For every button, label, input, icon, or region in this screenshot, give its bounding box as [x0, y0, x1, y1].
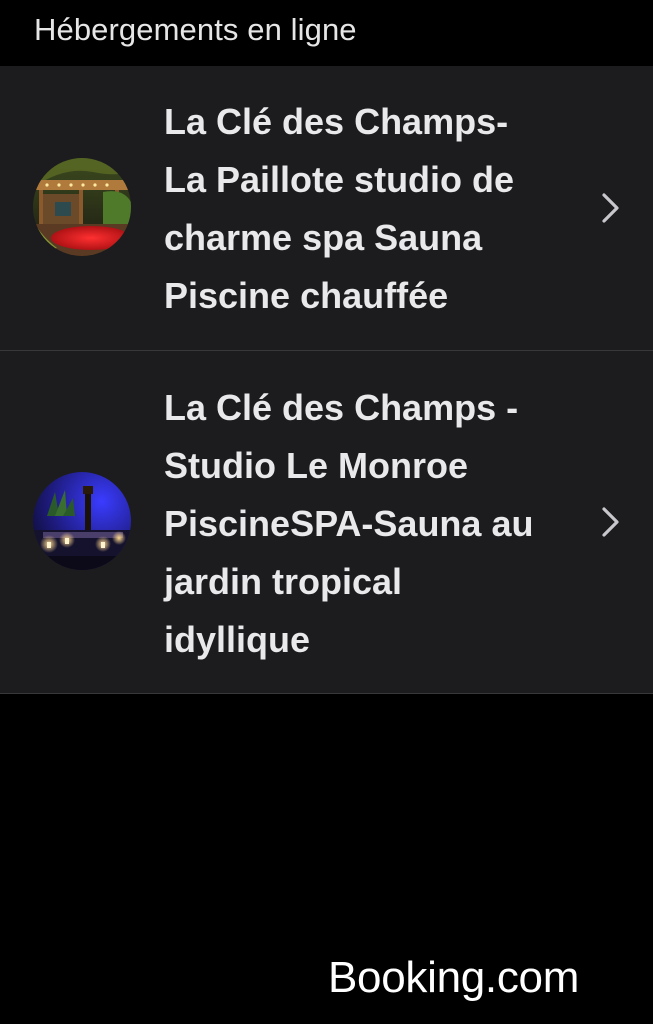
chevron-right-icon [602, 193, 619, 223]
listing-photo-icon [33, 158, 131, 256]
booking-brand-logo: Booking.com [328, 953, 580, 1002]
section-header: Hébergements en ligne [0, 0, 653, 66]
listing-title: La Clé des Champs - Studio Le Monroe Pis… [164, 387, 534, 660]
listing-row[interactable]: La Clé des Champs- La Paillote studio de… [0, 66, 653, 351]
listing-thumbnail [33, 472, 131, 570]
chevron-right-icon [602, 507, 619, 537]
row-separator [0, 693, 653, 694]
listing-thumbnail [33, 158, 131, 256]
listings-list: La Clé des Champs- La Paillote studio de… [0, 66, 653, 694]
section-title: Hébergements en ligne [34, 12, 357, 47]
listing-title: La Clé des Champs- La Paillote studio de… [164, 101, 515, 316]
listing-photo-icon [33, 472, 131, 570]
listing-row[interactable]: La Clé des Champs - Studio Le Monroe Pis… [0, 351, 653, 694]
